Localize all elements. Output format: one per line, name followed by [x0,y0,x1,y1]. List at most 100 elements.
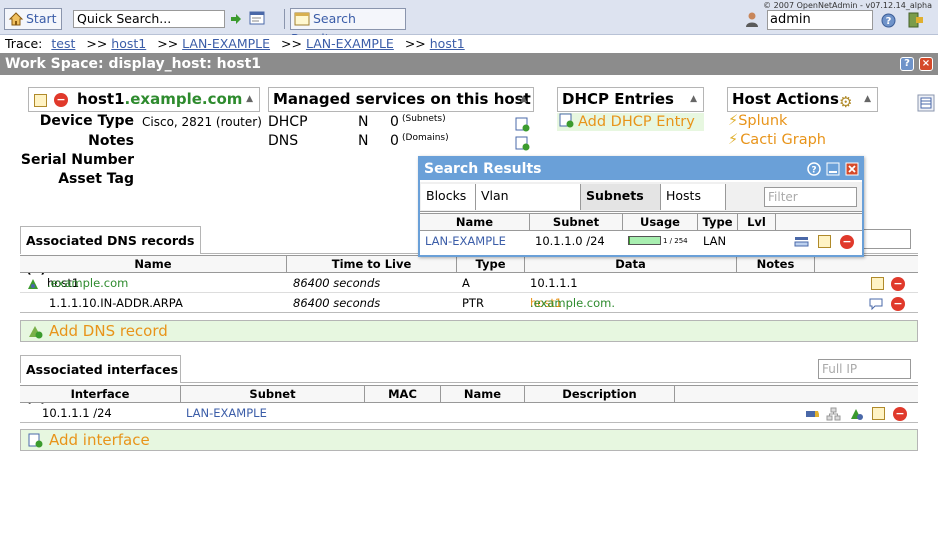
usage-bar-fill [629,237,630,244]
column-header[interactable]: MAC [365,386,441,402]
host-actions-title-bar: Host Actions ⚙ ▲ [727,87,878,112]
side-panel-icon[interactable] [917,94,935,112]
dns-ttl: 86400 seconds [293,276,381,290]
help-icon[interactable]: ? [881,13,896,28]
notes-label: Notes [88,133,134,149]
device-type-value: Cisco, 2821 (router) [142,115,262,129]
collapse-icon[interactable]: ▲ [690,88,697,111]
tab-vlan-campuses[interactable]: Vlan campuses [476,184,581,227]
add-nat-icon[interactable] [849,407,864,421]
close-icon[interactable] [845,162,859,176]
edit-interface-icon[interactable] [872,407,885,420]
collapse-icon[interactable]: ▲ [520,88,527,111]
breadcrumb-item[interactable]: host1 [111,36,146,51]
host-title-bar: − host1.example.com ▲ [28,87,260,112]
gear-icon[interactable]: ⚙ [839,91,852,114]
service-unit: (Domains) [402,133,449,143]
add-interface-link[interactable]: Add interface [20,429,918,451]
column-header[interactable]: Description [525,386,675,402]
delete-subnet-icon[interactable]: − [840,235,854,249]
username-field[interactable]: admin [767,10,873,30]
action-label: Splunk [738,113,788,129]
interface-subnet[interactable]: LAN-EXAMPLE [186,403,267,423]
column-header[interactable]: Subnet [181,386,365,402]
move-interface-icon[interactable] [805,408,820,420]
column-header[interactable]: Data [525,256,737,272]
help-icon[interactable]: ? [807,162,821,176]
host-name-prefix: host1 [77,90,125,108]
breadcrumb-item[interactable]: host1 [430,36,465,51]
managed-services-title-bar: Managed services on this host ▲ [268,87,534,112]
search-results-title: Search Results [424,161,542,177]
quick-search-input[interactable]: Quick Search... [73,10,225,28]
column-header[interactable]: Name [441,386,525,402]
start-button[interactable]: Start [4,8,62,30]
add-service-icon[interactable] [515,117,530,132]
delete-record-icon[interactable]: − [891,277,905,291]
toolbar-divider [284,9,285,29]
add-dns-record-link[interactable]: Add DNS record [20,320,918,342]
dns-ttl: 86400 seconds [293,296,381,310]
edit-record-icon[interactable] [871,277,884,290]
collapse-icon[interactable]: ▲ [246,88,253,111]
logout-icon[interactable] [907,11,925,29]
delete-record-icon[interactable]: − [891,297,905,311]
collapse-icon[interactable]: ▲ [864,88,871,111]
comment-icon[interactable] [869,297,883,310]
add-dhcp-entry-link[interactable]: Add DHCP Entry [557,113,704,131]
subnet-name-link[interactable]: LAN-EXAMPLE [425,231,506,251]
full-ip-filter-input[interactable]: Full IP [818,359,911,379]
column-header[interactable]: Type [698,214,738,230]
divider [180,382,918,383]
search-results-titlebar[interactable]: Search Results ? [420,158,862,180]
column-header[interactable]: Interface [20,386,181,402]
breadcrumb-separator: >> [404,36,426,51]
column-header[interactable]: Type [457,256,525,272]
column-header[interactable]: Lvl [738,214,776,230]
interfaces-title: Associated interfaces (1) [20,355,181,405]
action-label: Cacti Graph [740,132,826,148]
svg-text:?: ? [811,166,816,176]
add-service-icon[interactable] [515,136,530,151]
tab-hosts[interactable]: Hosts (0) [661,184,726,227]
search-filter-input[interactable]: Filter [764,187,857,207]
service-flag: N [358,114,369,130]
search-results-button[interactable]: Search Results [290,8,406,46]
host-actions-title: Host Actions [732,90,839,108]
service-count: 0 [390,114,399,130]
search-table-header: Name Subnet Usage Type Lvl [420,213,862,231]
add-dhcp-icon [559,113,574,128]
column-header[interactable]: Name [20,256,287,272]
service-unit: (Subnets) [402,114,446,124]
action-cacti[interactable]: ⚡ Cacti Graph [728,132,826,148]
edit-subnet-icon[interactable] [818,235,831,248]
breadcrumb-item[interactable]: test [51,36,75,51]
go-arrow-icon[interactable] [230,13,242,25]
column-header[interactable]: Time to Live [287,256,457,272]
workspace-help-icon[interactable]: ? [900,57,914,71]
copyright-text: © 2007 OpenNetAdmin - v07.12.14_alpha [763,1,932,10]
serial-number-label: Serial Number [20,152,134,168]
tab-blocks[interactable]: Blocks [421,184,476,210]
edit-host-icon[interactable] [34,94,47,107]
advanced-search-icon[interactable] [249,11,265,26]
add-dhcp-entry-label: Add DHCP Entry [578,114,695,130]
column-header[interactable]: Subnet [530,214,623,230]
dns-name[interactable]: 1.1.1.10.IN-ADDR.ARPA [49,293,183,313]
breadcrumb-item[interactable]: LAN-EXAMPLE [306,36,394,51]
column-header[interactable]: Usage [623,214,698,230]
breadcrumb-separator: >> [157,36,179,51]
delete-host-icon[interactable]: − [54,93,68,107]
workspace-close-icon[interactable]: × [919,57,933,71]
minimize-icon[interactable] [826,162,840,176]
share-interface-icon[interactable] [826,407,841,421]
action-splunk[interactable]: ⚡Splunk [728,113,787,129]
table-row: LAN-EXAMPLE 10.1.1.0 /24 1 / 254 LAN − [420,231,862,251]
subnet-map-icon[interactable] [794,235,809,248]
tab-subnets[interactable]: Subnets (1) [581,184,661,227]
column-header[interactable]: Name [420,214,530,230]
delete-interface-icon[interactable]: − [893,407,907,421]
breadcrumb-item[interactable]: LAN-EXAMPLE [182,36,270,51]
column-header[interactable]: Notes [737,256,815,272]
add-interface-icon [28,433,43,447]
